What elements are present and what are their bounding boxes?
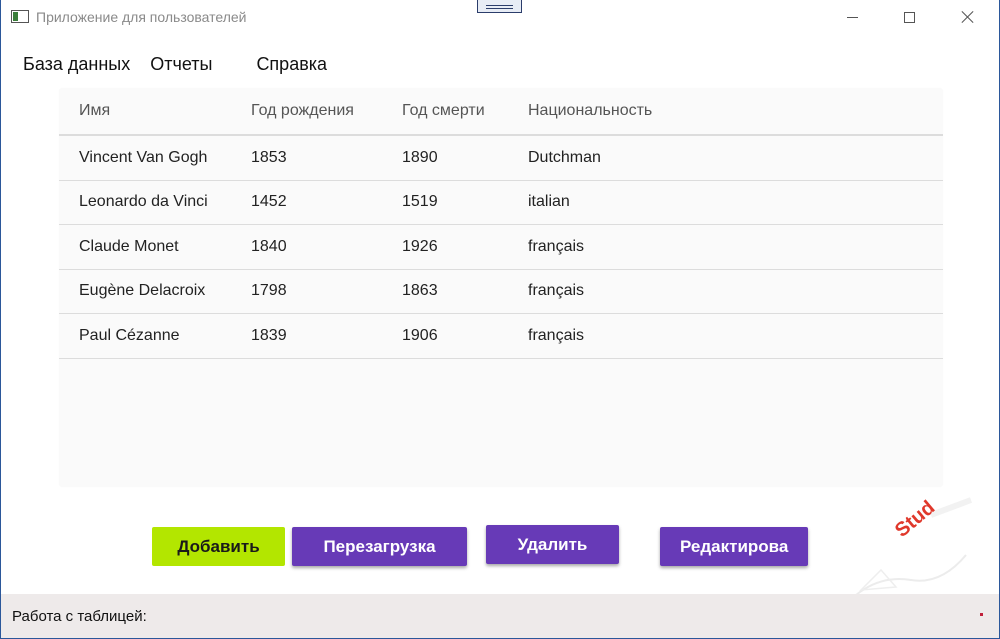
cell-name: Leonardo da Vinci	[79, 193, 208, 211]
app-window-icon	[11, 10, 29, 23]
data-grid[interactable]: Имя Год рождения Год смерти Национальнос…	[59, 88, 943, 487]
menu-item-reports[interactable]: Отчеты	[150, 50, 212, 82]
column-header-birth-year[interactable]: Год рождения	[251, 102, 354, 120]
cell-birth-year: 1839	[251, 326, 287, 344]
cell-death-year: 1906	[402, 326, 438, 344]
cell-death-year: 1863	[402, 282, 438, 300]
drag-handle[interactable]	[477, 0, 522, 13]
cell-name: Vincent Van Gogh	[79, 148, 208, 166]
status-bar: Работа с таблицей:	[1, 594, 999, 638]
cell-death-year: 1926	[402, 237, 438, 255]
add-button[interactable]: Добавить	[152, 527, 285, 566]
menu-item-database[interactable]: База данных	[23, 50, 130, 82]
watermark-logo: Stud	[841, 495, 981, 605]
table-row[interactable]: Paul Cézanne 1839 1906 français	[59, 314, 943, 359]
table-row[interactable]: Claude Monet 1840 1926 français	[59, 225, 943, 270]
delete-button[interactable]: Удалить	[486, 525, 619, 564]
cell-nationality: français	[528, 237, 585, 255]
cell-name: Claude Monet	[79, 237, 179, 255]
cell-birth-year: 1853	[251, 148, 287, 166]
title-bar[interactable]: Приложение для пользователей	[1, 0, 999, 34]
cell-death-year: 1890	[402, 148, 438, 166]
cell-birth-year: 1840	[251, 237, 287, 255]
column-header-name[interactable]: Имя	[79, 102, 110, 120]
cell-nationality: italian	[528, 193, 570, 211]
reload-button[interactable]: Перезагрузка	[292, 527, 467, 566]
maximize-button[interactable]	[886, 0, 932, 34]
table-row[interactable]: Eugène Delacroix 1798 1863 français	[59, 270, 943, 314]
cell-nationality: français	[528, 326, 585, 344]
table-row[interactable]: Leonardo da Vinci 1452 1519 italian	[59, 181, 943, 225]
menu-bar: База данных Отчеты Справка	[1, 50, 347, 82]
menu-item-help[interactable]: Справка	[256, 50, 327, 82]
cell-nationality: Dutchman	[528, 148, 601, 166]
window-title: Приложение для пользователей	[36, 9, 247, 25]
cell-birth-year: 1452	[251, 193, 287, 211]
app-window: Приложение для пользователей База данных…	[0, 0, 1000, 639]
status-text: Работа с таблицей:	[12, 608, 147, 625]
close-icon	[961, 10, 975, 24]
status-indicator	[980, 613, 983, 616]
close-button[interactable]	[945, 0, 991, 34]
table-row[interactable]: Vincent Van Gogh 1853 1890 Dutchman	[59, 136, 943, 181]
cell-death-year: 1519	[402, 193, 438, 211]
grid-header: Имя Год рождения Год смерти Национальнос…	[59, 88, 943, 136]
minimize-button[interactable]	[829, 0, 875, 34]
maximize-icon	[903, 11, 915, 23]
cell-name: Paul Cézanne	[79, 326, 180, 344]
column-header-death-year[interactable]: Год смерти	[402, 102, 485, 120]
edit-button[interactable]: Редактирова	[660, 527, 808, 566]
cell-name: Eugène Delacroix	[79, 282, 206, 300]
minimize-icon	[846, 16, 858, 18]
column-header-nationality[interactable]: Национальность	[528, 102, 652, 120]
cell-nationality: français	[528, 282, 585, 300]
cell-birth-year: 1798	[251, 282, 287, 300]
